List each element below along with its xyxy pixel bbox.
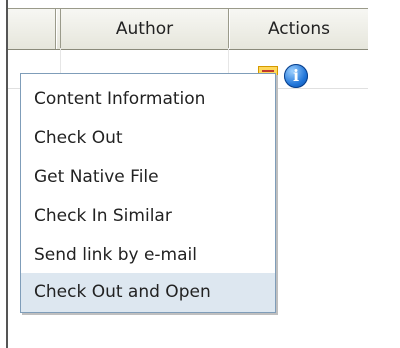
screenshot-frame: Author Actions i Content Information Che… bbox=[0, 0, 400, 348]
column-header-actions[interactable]: Actions bbox=[230, 9, 368, 49]
table-header-row: Author Actions bbox=[8, 8, 368, 50]
column-header-previous[interactable] bbox=[8, 9, 55, 49]
menu-item-content-information[interactable]: Content Information bbox=[21, 80, 275, 119]
menu-item-check-in-similar[interactable]: Check In Similar bbox=[21, 197, 275, 236]
menu-item-get-native-file[interactable]: Get Native File bbox=[21, 158, 275, 197]
menu-item-check-out-and-open[interactable]: Check Out and Open bbox=[21, 273, 275, 312]
actions-context-menu: Content Information Check Out Get Native… bbox=[20, 73, 276, 313]
column-header-author[interactable]: Author bbox=[61, 9, 228, 49]
menu-item-check-out[interactable]: Check Out bbox=[21, 119, 275, 158]
menu-item-send-link-by-email[interactable]: Send link by e-mail bbox=[21, 236, 275, 275]
left-border bbox=[6, 0, 8, 348]
info-icon[interactable]: i bbox=[284, 64, 308, 88]
column-divider-highlight bbox=[56, 9, 57, 49]
